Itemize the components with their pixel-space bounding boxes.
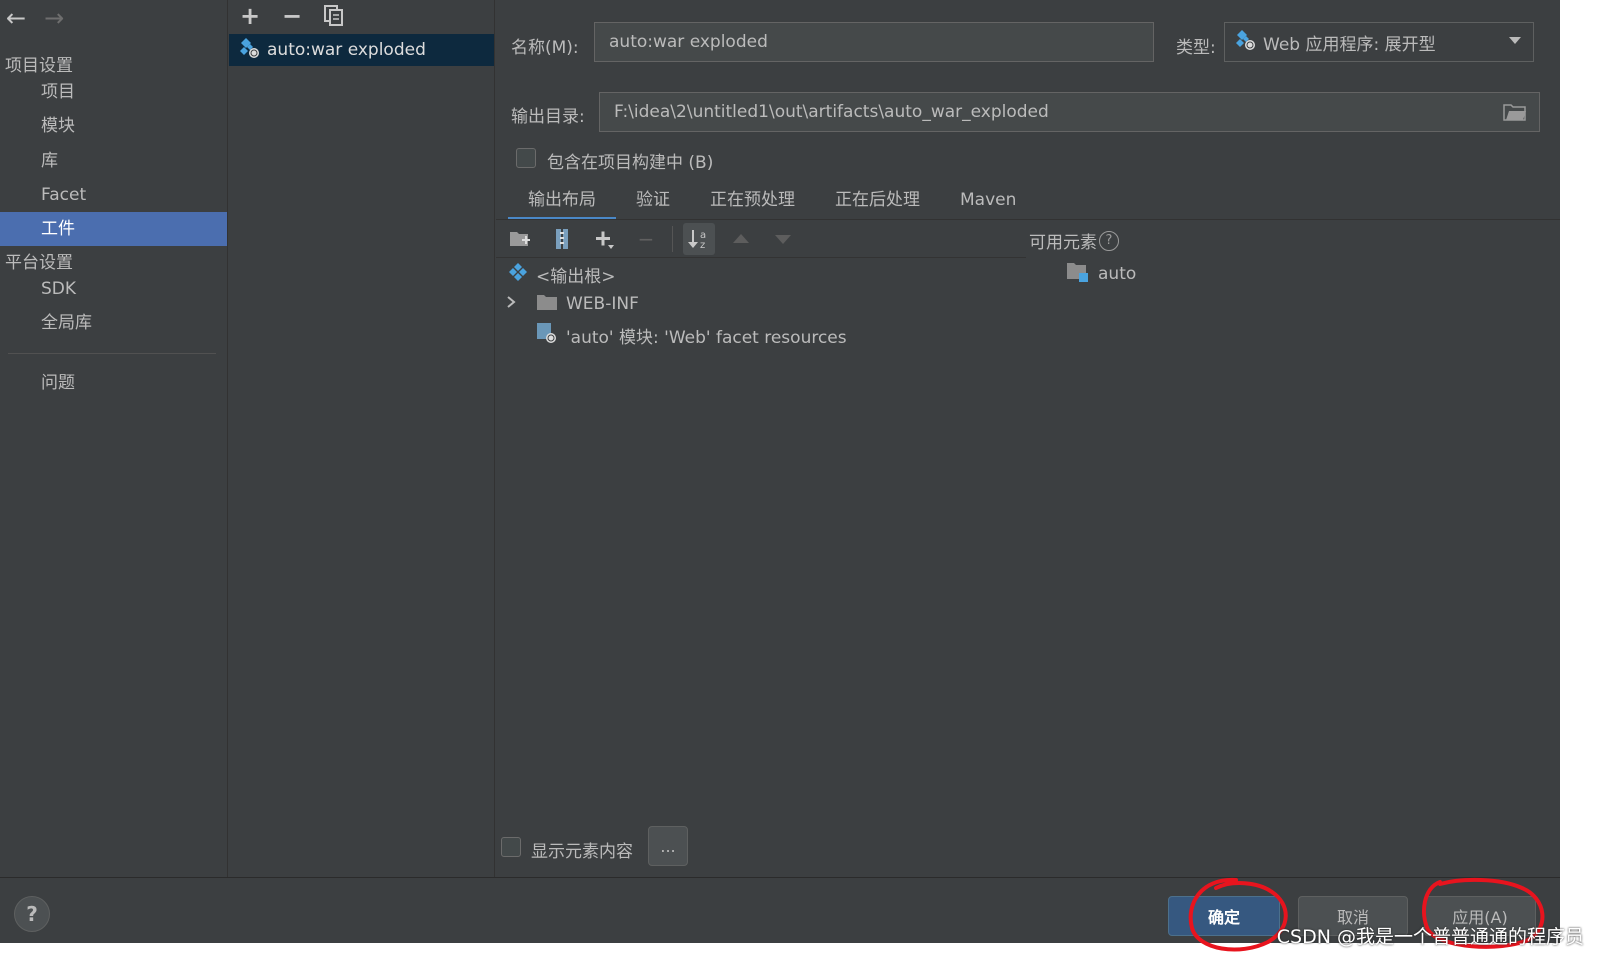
sidebar-divider <box>8 353 216 354</box>
copy-icon[interactable] <box>323 5 345 27</box>
module-folder-icon <box>1066 261 1090 288</box>
output-root-label: <输出根> <box>536 266 616 287</box>
create-archive-icon[interactable] <box>546 223 578 255</box>
type-combobox-value: Web 应用程序: 展开型 <box>1263 34 1436 55</box>
chevron-down-icon <box>1509 37 1521 44</box>
csdn-watermark: CSDN @我是一个普普通通的程序员 <box>1276 926 1584 948</box>
sidebar-item-problems[interactable]: 问题 <box>0 366 227 400</box>
name-label: 名称(M): <box>511 38 579 58</box>
ok-button[interactable]: 确定 <box>1168 896 1280 936</box>
type-label: 类型: <box>1176 38 1216 58</box>
web-artifact-icon <box>1235 29 1257 56</box>
tabs-divider <box>496 219 1560 220</box>
move-down-icon[interactable] <box>767 223 799 255</box>
artifact-list-toolbar: + − <box>239 2 345 30</box>
svg-text:z: z <box>700 240 705 251</box>
web-inf-node[interactable]: WEB-INF <box>504 290 639 318</box>
sidebar-item-artifacts[interactable]: 工件 <box>0 212 227 246</box>
facet-resources-node[interactable]: 'auto' 模块: 'Web' facet resources <box>536 321 847 349</box>
type-combobox[interactable]: Web 应用程序: 展开型 <box>1224 22 1534 62</box>
sidebar-item-sdk[interactable]: SDK <box>0 272 227 306</box>
output-dir-field[interactable]: F:\idea\2\untitled1\out\artifacts\auto_w… <box>599 92 1540 132</box>
move-up-icon[interactable] <box>725 223 757 255</box>
artifact-detail-panel: 名称(M): auto:war exploded 类型: Web 应用程序: 展… <box>496 0 1560 877</box>
more-options-button[interactable]: ... <box>648 826 688 866</box>
output-root-node[interactable]: <输出根> <box>508 260 616 288</box>
tab-output-layout[interactable]: 输出布局 <box>508 184 616 220</box>
add-icon[interactable]: + <box>239 2 261 30</box>
output-dir-value: F:\idea\2\untitled1\out\artifacts\auto_w… <box>614 102 1049 122</box>
web-facet-icon <box>536 322 558 349</box>
available-elements-title: 可用元素 <box>1029 233 1097 253</box>
remove-icon[interactable]: − <box>281 2 303 30</box>
show-content-checkbox[interactable] <box>501 837 521 857</box>
create-directory-icon[interactable] <box>504 223 536 255</box>
artifact-list-item[interactable]: auto:war exploded <box>229 34 494 66</box>
layout-toolbar: − az <box>504 222 799 256</box>
sidebar-item-modules[interactable]: 模块 <box>0 109 227 143</box>
remove-icon[interactable]: − <box>630 223 662 255</box>
artifact-list-panel: + − auto:war exploded <box>229 0 495 877</box>
platform-settings-header: 平台设置 <box>5 253 73 273</box>
output-dir-label: 输出目录: <box>511 107 585 127</box>
back-arrow-icon[interactable]: ← <box>6 6 26 30</box>
name-field-value: auto:war exploded <box>609 32 768 52</box>
facet-resources-label: 'auto' 模块: 'Web' facet resources <box>566 327 847 348</box>
show-content-label: 显示元素内容 <box>531 842 633 862</box>
sidebar-item-facets[interactable]: Facet <box>0 178 227 212</box>
folder-open-icon[interactable] <box>1503 102 1527 127</box>
add-copy-icon[interactable] <box>588 223 620 255</box>
toolbar-separator <box>672 226 673 252</box>
available-elements-header: 可用元素 ? <box>1029 228 1119 253</box>
include-in-build-checkbox[interactable] <box>516 148 536 168</box>
artifact-root-icon <box>508 262 528 287</box>
available-element-item[interactable]: auto <box>1066 260 1136 288</box>
available-element-label: auto <box>1098 264 1137 284</box>
help-button[interactable]: ? <box>14 896 50 932</box>
sidebar-item-libraries[interactable]: 库 <box>0 144 227 178</box>
web-artifact-icon <box>239 37 261 64</box>
artifact-tabs: 输出布局 验证 正在预处理 正在后处理 Maven <box>508 184 1036 220</box>
sidebar-item-project[interactable]: 项目 <box>0 75 227 109</box>
tab-post-processing[interactable]: 正在后处理 <box>815 184 940 218</box>
layout-toolbar-divider <box>496 257 1026 258</box>
help-icon[interactable]: ? <box>1099 230 1119 251</box>
settings-sidebar: ← → 项目设置 项目 模块 库 Facet 工件 平台设置 SDK 全局库 问… <box>0 0 228 877</box>
folder-icon <box>536 293 558 316</box>
nav-arrows: ← → <box>6 6 64 30</box>
chevron-right-icon[interactable] <box>504 294 518 314</box>
sidebar-item-global-libraries[interactable]: 全局库 <box>0 306 227 340</box>
project-structure-dialog: ← → 项目设置 项目 模块 库 Facet 工件 平台设置 SDK 全局库 问… <box>0 0 1560 943</box>
tab-validation[interactable]: 验证 <box>616 184 690 218</box>
project-settings-header: 项目设置 <box>5 56 73 76</box>
tab-pre-processing[interactable]: 正在预处理 <box>690 184 815 218</box>
web-inf-label: WEB-INF <box>566 294 639 314</box>
forward-arrow-icon[interactable]: → <box>44 6 64 30</box>
include-in-build-label: 包含在项目构建中 (B) <box>547 153 714 173</box>
name-field[interactable]: auto:war exploded <box>594 22 1154 62</box>
artifact-item-label: auto:war exploded <box>267 40 426 60</box>
tab-maven[interactable]: Maven <box>940 184 1036 218</box>
sort-alphabetically-icon[interactable]: az <box>683 223 715 255</box>
